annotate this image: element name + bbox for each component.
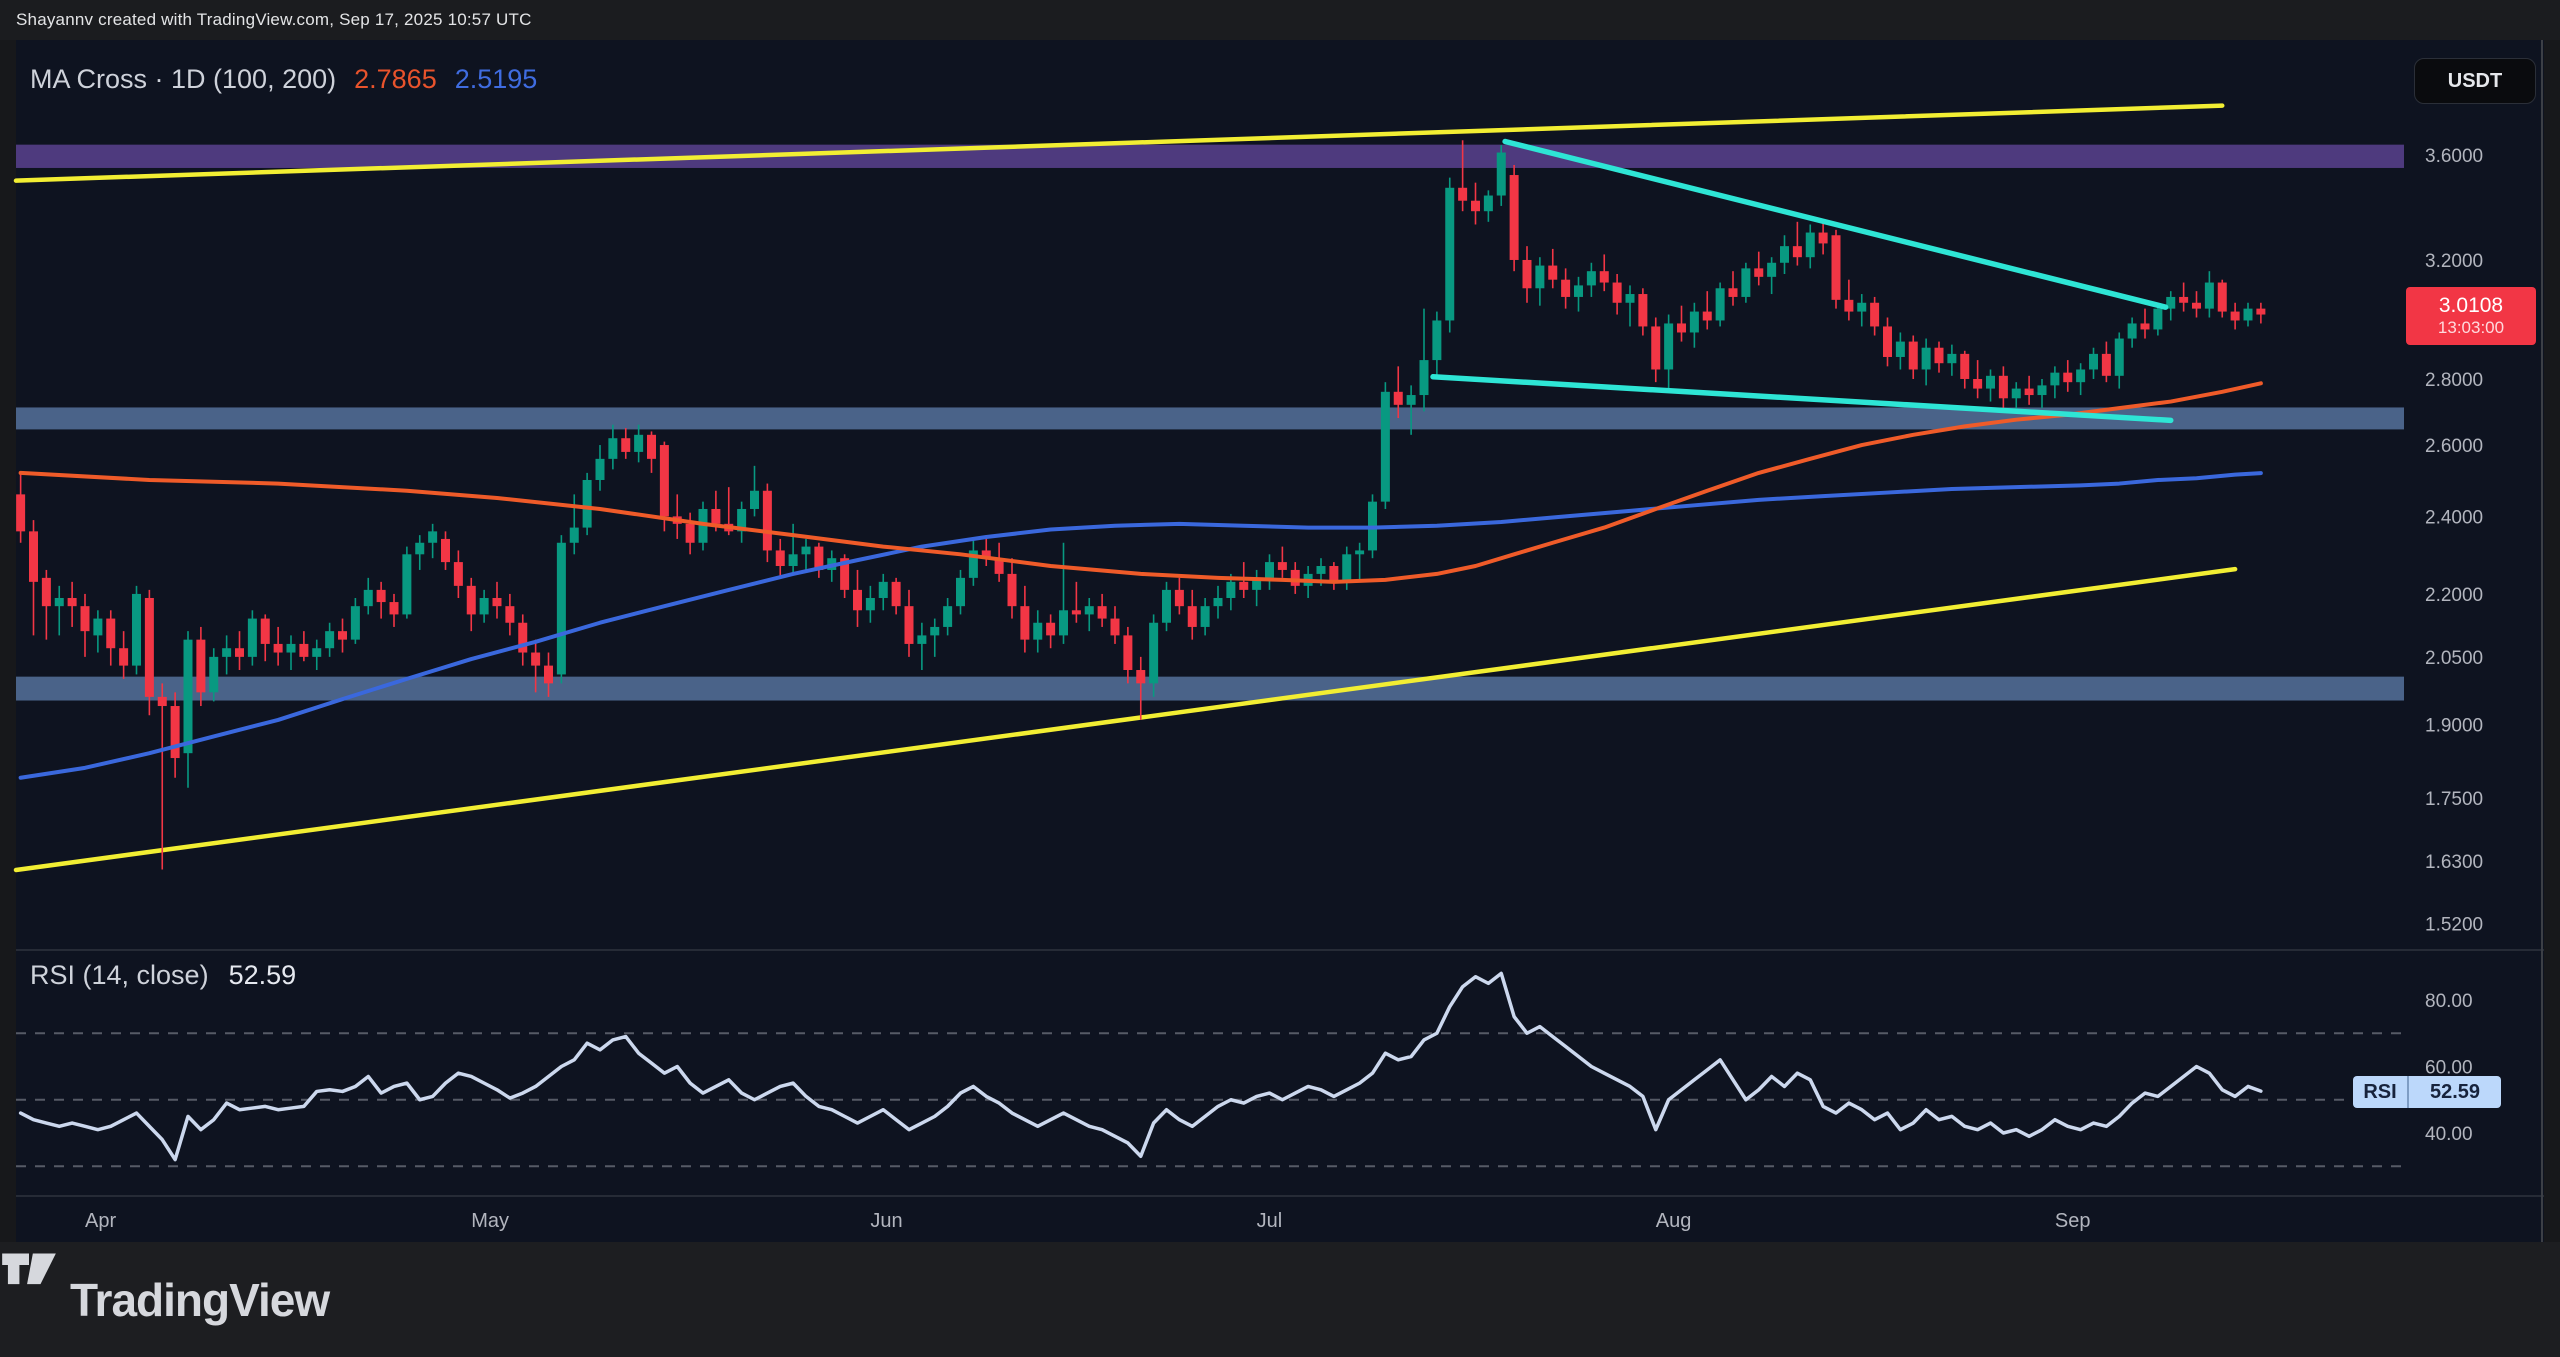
last-price-badge: 3.0108 13:03:00	[2406, 287, 2536, 345]
svg-text:1.5200: 1.5200	[2425, 914, 2483, 935]
rsi-value-badge: RSI 52.59	[2353, 1076, 2501, 1108]
chart-canvas[interactable]: 3.6000 3.2000 2.8000 2.6000 2.4000 2.2000 2.05…	[0, 40, 2560, 1242]
svg-text:3.6000: 3.6000	[2425, 146, 2483, 167]
svg-text:Jul: Jul	[1257, 1210, 1283, 1232]
svg-text:80.00: 80.00	[2425, 991, 2473, 1012]
tradingview-logo-icon	[0, 1242, 58, 1288]
svg-text:2.2000: 2.2000	[2425, 585, 2483, 606]
ma-fast-value: 2.7865	[354, 64, 437, 95]
rsi-badge-value: 52.59	[2407, 1076, 2501, 1108]
indicator-legend-rsi[interactable]: RSI (14, close) 52.59	[30, 960, 296, 991]
tradingview-logo-text: TradingView	[70, 1273, 329, 1327]
svg-text:3.2000: 3.2000	[2425, 251, 2483, 272]
ma-slow-value: 2.5195	[455, 64, 538, 95]
rsi-badge-label: RSI	[2353, 1076, 2407, 1108]
svg-text:Apr: Apr	[85, 1210, 116, 1232]
svg-text:40.00: 40.00	[2425, 1124, 2473, 1145]
ma-cross-legend-title: MA Cross · 1D (100, 200)	[30, 64, 336, 95]
svg-text:2.6000: 2.6000	[2425, 436, 2483, 457]
rsi-legend-title: RSI (14, close)	[30, 960, 209, 991]
svg-text:1.6300: 1.6300	[2425, 852, 2483, 873]
svg-text:May: May	[471, 1210, 509, 1232]
footer-bar: TradingView	[0, 1242, 2560, 1357]
svg-text:Aug: Aug	[1656, 1210, 1692, 1232]
svg-text:Jun: Jun	[870, 1210, 902, 1232]
bar-countdown: 13:03:00	[2438, 318, 2504, 338]
attribution-text: Shayannv created with TradingView.com, S…	[16, 10, 532, 30]
chart-area: 3.6000 3.2000 2.8000 2.6000 2.4000 2.2000 2.05…	[0, 40, 2560, 1242]
indicator-legend-ma-cross[interactable]: MA Cross · 1D (100, 200) 2.7865 2.5195	[30, 64, 537, 95]
svg-text:1.9000: 1.9000	[2425, 716, 2483, 737]
attribution-bar: Shayannv created with TradingView.com, S…	[0, 0, 2560, 40]
svg-text:2.8000: 2.8000	[2425, 370, 2483, 391]
symbol-currency-button[interactable]: USDT	[2414, 58, 2536, 104]
rsi-legend-value: 52.59	[229, 960, 297, 991]
svg-text:2.0500: 2.0500	[2425, 648, 2483, 669]
tradingview-published-chart: Shayannv created with TradingView.com, S…	[0, 0, 2560, 1357]
svg-text:Sep: Sep	[2055, 1210, 2091, 1232]
svg-text:1.7500: 1.7500	[2425, 789, 2483, 810]
tradingview-brand[interactable]: TradingView	[70, 1273, 329, 1327]
svg-text:2.4000: 2.4000	[2425, 507, 2483, 528]
last-price-value: 3.0108	[2439, 294, 2503, 318]
